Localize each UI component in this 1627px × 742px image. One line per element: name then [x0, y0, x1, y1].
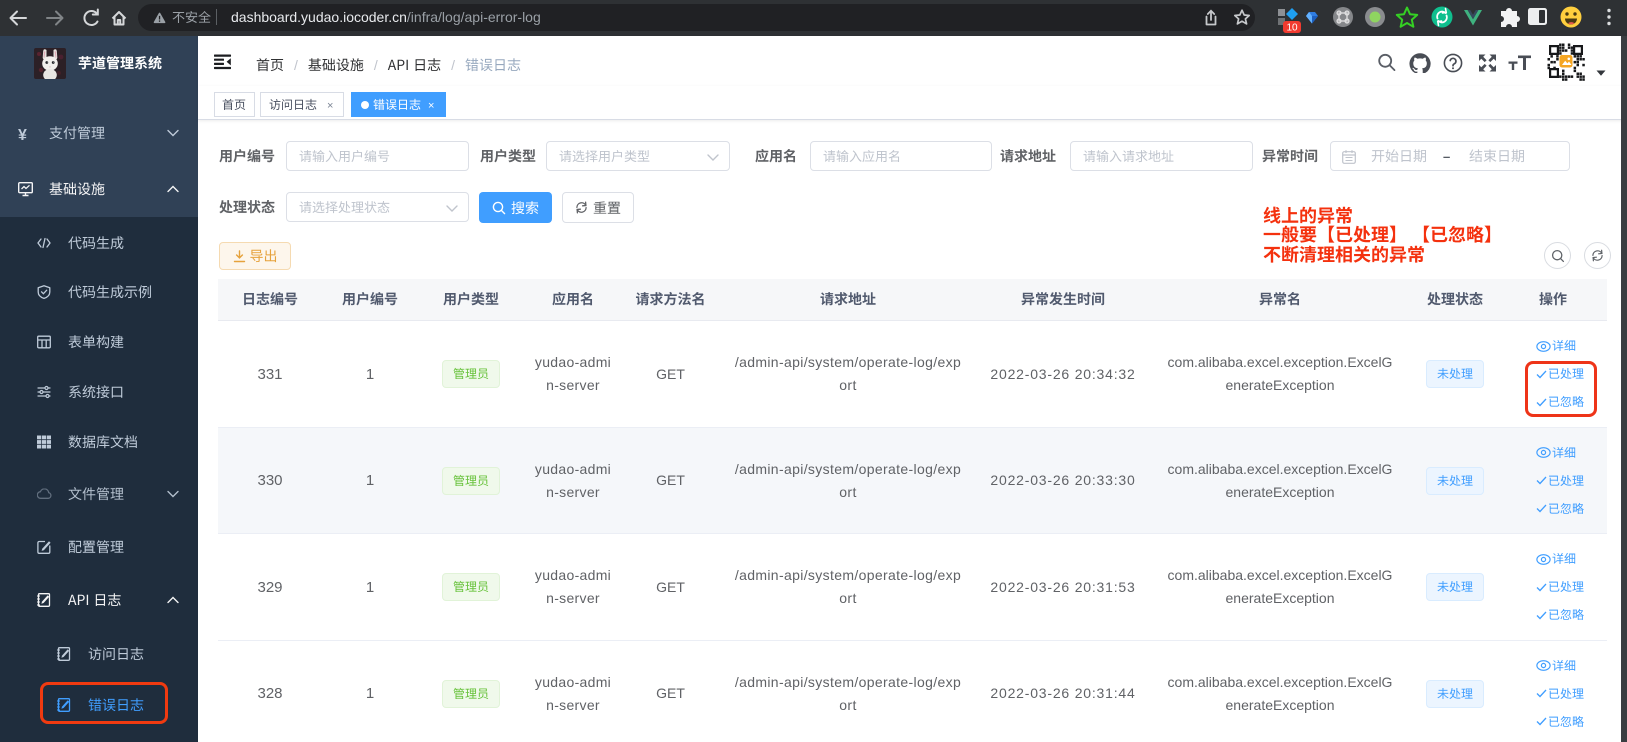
svg-text:10: 10 [1286, 23, 1298, 34]
